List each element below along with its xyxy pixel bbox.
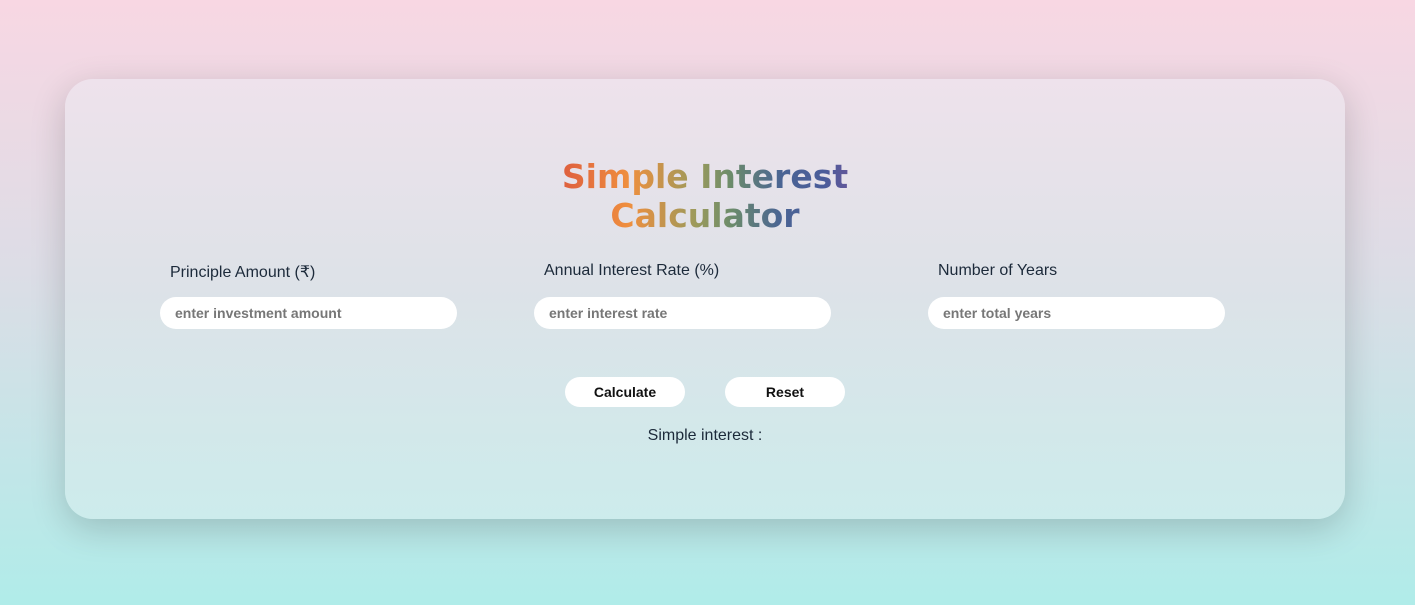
calculator-card: Simple Interest Calculator Principle Amo… — [65, 79, 1345, 519]
principal-amount-input[interactable] — [160, 297, 457, 329]
interest-rate-label: Annual Interest Rate (%) — [544, 262, 720, 279]
result-label: Simple interest : — [647, 427, 763, 444]
reset-button[interactable]: Reset — [725, 377, 845, 407]
calculate-button[interactable]: Calculate — [565, 377, 685, 407]
page-title: Simple Interest Calculator — [493, 157, 917, 235]
years-input[interactable] — [928, 297, 1225, 329]
interest-rate-input[interactable] — [534, 297, 831, 329]
principal-amount-label: Principle Amount (₹) — [170, 264, 316, 281]
years-label: Number of Years — [938, 262, 1058, 279]
